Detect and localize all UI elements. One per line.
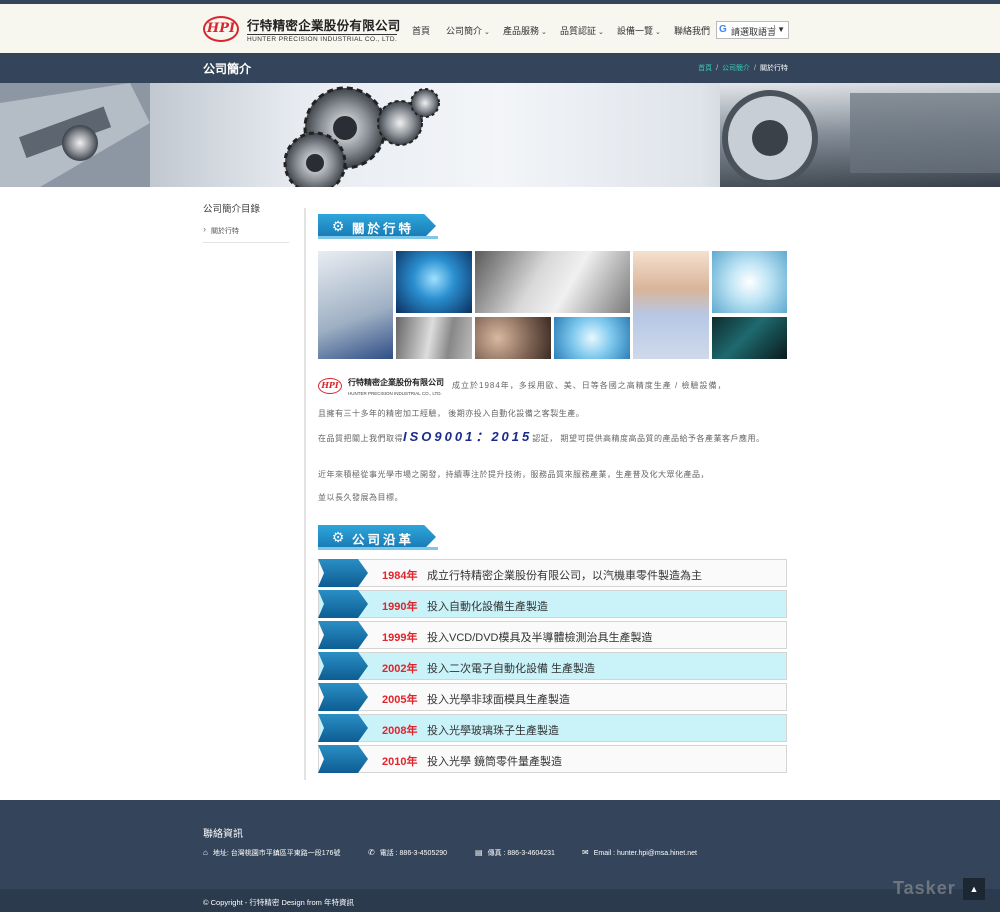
about-paragraph-4: 近年來積極從事光學市場之開發，持續專注於提升技術，服務品質來服務產業，生產普及化… [318,470,709,479]
breadcrumb-home[interactable]: 首頁 [698,65,712,72]
about-paragraph-1: 成立於1984年，多採用歐、美、日等各國之高精度生產 / 檢驗設備， [452,381,727,390]
history-row: 2005年 投入光學非球面模具生產製造 [318,683,787,711]
footer-phone: ✆ 電話 : 886-3-4505290 [368,848,448,857]
footer-fax: ▤ 傳真 : 886-3-4604231 [475,848,555,857]
meeting-photo [475,251,630,313]
sidebar-title: 公司簡介目錄 [203,204,261,215]
chevron-arrow-icon [318,621,368,649]
history-row: 1999年 投入VCD/DVD模具及半導體檢測治具生產製造 [318,621,787,649]
chevron-arrow-icon [318,559,368,587]
nav-contact[interactable]: 聯絡我們 [674,24,710,37]
page-title: 公司簡介 [203,62,252,76]
about-paragraph-5: 並以長久發展為目標。 [318,493,403,502]
about-paragraph-3: 在品質把關上我們取得ISO9001：2015認証， 期望可提供高精度高品質的產品… [318,429,765,444]
email-icon: ✉ [582,848,589,857]
chevron-arrow-icon [318,745,368,773]
circuit-photo [712,317,787,359]
nav-about[interactable]: 公司簡介 ⌄ [446,24,490,37]
scroll-to-top-button[interactable]: ▲ [963,878,985,900]
phone-icon: ✆ [368,848,375,857]
copyright-text: © Copyright - 行特精密 Design from 年特資訊 [203,898,354,907]
inline-logo: HPI 行特精密企業股份有限公司 HUNTER PRECISION INDUST… [318,376,448,396]
businessman-photo [318,251,393,359]
history-row: 1984年 成立行特精密企業股份有限公司，以汽機車零件製造為主 [318,559,787,587]
nav-equipment[interactable]: 設備一覽 ⌄ [617,24,661,37]
lens-photo [712,251,787,313]
network-photo [554,317,630,359]
chevron-down-icon: ⌄ [484,29,490,36]
chevron-down-icon: ⌄ [655,29,661,36]
nav-home[interactable]: 首頁 [412,24,430,37]
nav-products[interactable]: 產品服務 ⌄ [503,24,547,37]
logo-company-name-en: HUNTER PRECISION INDUSTRIAL CO., LTD. [247,34,398,43]
footer-address: ⌂ 地址: 台灣桃園市平鎮區平東路一段176號 [203,848,341,857]
history-row: 2010年 投入光學 鏡筒零件量產製造 [318,745,787,773]
gear-icon: ⚙ [331,529,345,545]
hpi-logo-icon: HPI [203,16,239,42]
chevron-down-icon: ⌄ [541,29,547,36]
history-row: 1990年 投入自動化設備生產製造 [318,590,787,618]
site-logo[interactable]: HPI 行特精密企業股份有限公司 HUNTER PRECISION INDUST… [203,14,400,46]
about-paragraph-2: 且擁有三十多年的精密加工經驗， 後期亦投入自動化設備之客製生產。 [318,409,585,418]
chevron-arrow-icon [318,683,368,711]
google-icon: G [719,24,727,35]
chevron-arrow-icon [318,652,368,680]
copyright-bar: © Copyright - 行特精密 Design from 年特資訊 [0,889,1000,912]
tasker-watermark: Tasker [893,878,956,898]
footer-email[interactable]: ✉ Email : hunter.hpi@msa.hinet.net [582,848,697,857]
chevron-arrow-icon [318,714,368,742]
site-header: HPI 行特精密企業股份有限公司 HUNTER PRECISION INDUST… [0,4,1000,53]
content-divider [304,208,306,780]
footer-title: 聯絡資訊 [203,829,243,840]
operator-photo [633,251,709,359]
machine-parts-photo [396,317,472,359]
logo-company-name: 行特精密企業股份有限公司 [247,18,401,33]
breadcrumb-about[interactable]: 公司簡介 [722,65,750,72]
page-title-bar: 公司簡介 首頁 / 公司簡介 / 關於行特 [0,53,1000,83]
history-heading: ⚙ 公司沿革 [318,525,438,550]
language-label: 請選取語言 [731,27,777,37]
fax-icon: ▤ [475,848,483,857]
iso-badge: ISO9001：2015 [403,429,533,444]
globe-photo [396,251,472,313]
sidebar: 公司簡介目錄 關於行特 [203,201,289,243]
chevron-arrow-icon [318,590,368,618]
hero-banner-image [0,83,1000,187]
history-row: 2008年 投入光學玻璃珠子生產製造 [318,714,787,742]
hpi-logo-icon: HPI [318,378,342,394]
dropdown-arrow-icon: ▼ [774,25,785,34]
history-row: 2002年 投入二次電子自動化設備 生產製造 [318,652,787,680]
breadcrumb-current: 關於行特 [760,65,788,72]
chevron-down-icon: ⌄ [598,29,604,36]
about-heading: ⚙ 關於行特 [318,214,438,239]
about-photo-collage [318,251,787,359]
site-footer: 聯絡資訊 ⌂ 地址: 台灣桃園市平鎮區平東路一段176號 ✆ 電話 : 886-3-… [0,800,1000,889]
nav-quality[interactable]: 品質認証 ⌄ [560,24,604,37]
arrow-up-icon: ▲ [969,884,979,894]
breadcrumb: 首頁 / 公司簡介 / 關於行特 [698,65,788,72]
components-photo [475,317,551,359]
sidebar-item-about[interactable]: 關於行特 [203,223,289,243]
language-select[interactable]: G 請選取語言 ▼ [716,21,789,39]
gear-icon: ⚙ [331,218,345,234]
home-icon: ⌂ [203,848,208,857]
